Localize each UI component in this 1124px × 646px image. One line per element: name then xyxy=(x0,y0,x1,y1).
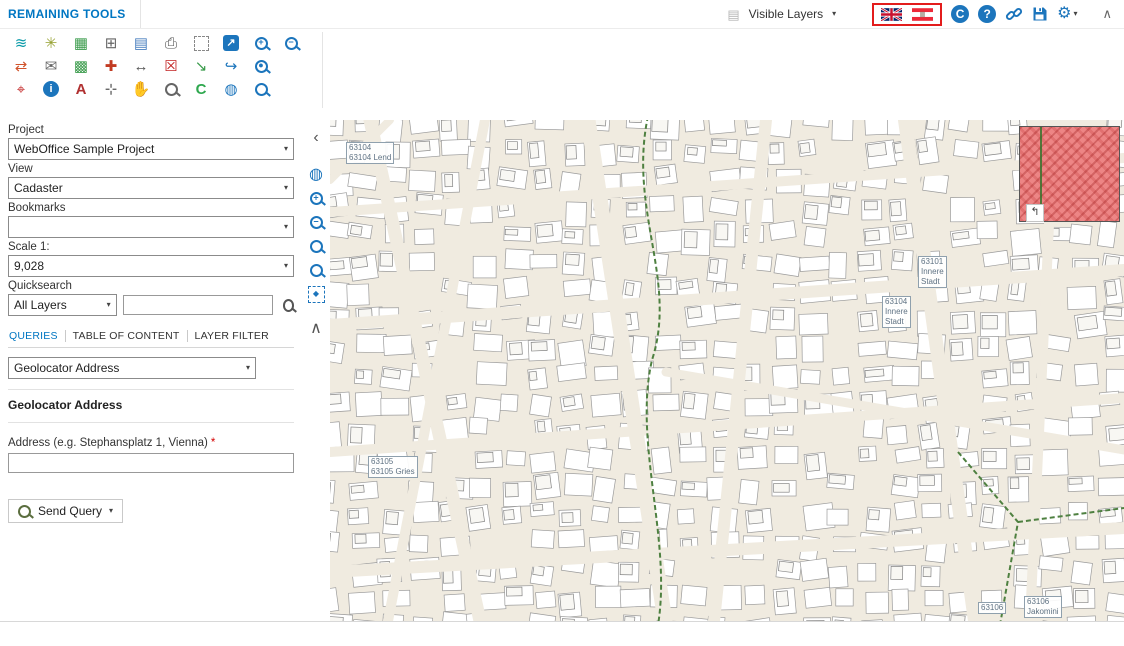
attribute-table-tool[interactable]: ▤ xyxy=(126,32,156,54)
zoom-full-extent-icon[interactable]: ◍ xyxy=(305,164,327,184)
move-object-tool[interactable]: ✚ xyxy=(96,55,126,77)
copyright-tool[interactable]: C xyxy=(186,78,216,100)
zoom-previous-icon[interactable] xyxy=(305,260,327,280)
link-icon[interactable] xyxy=(1005,5,1023,23)
scale-label: Scale 1: xyxy=(8,241,294,253)
quicksearch-scope-select[interactable]: All Layers ▾ xyxy=(8,294,117,316)
settings-gear-icon[interactable]: ⚙▾ xyxy=(1057,6,1077,22)
chevron-down-icon: ▾ xyxy=(284,184,288,192)
measure-distance-tool[interactable]: ↔ xyxy=(126,55,156,77)
tab-queries[interactable]: QUERIES xyxy=(8,330,66,342)
snap-settings-tool[interactable]: ✳ xyxy=(36,32,66,54)
divider xyxy=(8,422,294,423)
pan-tool[interactable]: ✋ xyxy=(126,78,156,100)
chevron-down-icon: ▾ xyxy=(246,364,250,372)
center-map-icon[interactable]: ◆ xyxy=(305,284,327,304)
project-label: Project xyxy=(8,124,294,136)
info-tool[interactable]: i xyxy=(36,78,66,100)
add-theme-tool[interactable]: ⊞ xyxy=(96,32,126,54)
quicksearch-search-icon[interactable] xyxy=(283,299,294,312)
wms-globe-tool[interactable]: ◍ xyxy=(216,78,246,100)
tools-toolbar: ≋✳▦⊞▤⎙ ↗+− ⇄✉▩✚↔☒↘↪● ⌖iA⊹✋ C◍ xyxy=(6,32,306,100)
export-data-tool[interactable]: ↘ xyxy=(186,55,216,77)
chevron-down-icon: ▾ xyxy=(284,262,288,270)
header-bar: REMAINING TOOLS ▤ Visible Layers ▾ C ? xyxy=(0,0,1124,29)
collapse-map-toolbar-icon[interactable]: ∧ xyxy=(305,318,327,338)
zoom-coordinate-tool[interactable] xyxy=(246,78,276,100)
content-bottom-divider xyxy=(0,621,1124,622)
project-select[interactable]: WebOffice Sample Project ▾ xyxy=(8,138,294,160)
send-query-icon xyxy=(18,505,31,518)
quicksearch-label: Quicksearch xyxy=(8,280,294,292)
collapse-sidebar-icon[interactable]: ‹ xyxy=(305,128,327,148)
clear-selection-tool[interactable]: ☒ xyxy=(156,55,186,77)
divider xyxy=(8,389,294,390)
query-type-select[interactable]: Geolocator Address ▾ xyxy=(8,357,256,379)
select-rectangle-tool[interactable] xyxy=(186,32,216,54)
chevron-down-icon: ▾ xyxy=(107,301,111,309)
zoom-in-icon[interactable]: + xyxy=(305,188,327,208)
print-tool[interactable]: ⎙ xyxy=(156,32,186,54)
previous-view-tool[interactable]: ↪ xyxy=(216,55,246,77)
coordinate-tool[interactable]: ⌖ xyxy=(6,78,36,100)
chevron-down-icon: ▾ xyxy=(284,145,288,153)
chevron-down-icon: ▾ xyxy=(1073,10,1077,18)
page-title: REMAINING TOOLS xyxy=(0,0,141,28)
bookmarks-select[interactable]: ▾ xyxy=(8,216,294,238)
visible-layers-label[interactable]: Visible Layers xyxy=(749,7,823,21)
visible-layers-icon: ▤ xyxy=(727,8,739,21)
query-section-heading: Geolocator Address xyxy=(8,398,294,412)
view-select[interactable]: Cadaster ▾ xyxy=(8,177,294,199)
zoom-to-selection-tool[interactable]: ● xyxy=(246,55,276,77)
raster-catalog-tool[interactable]: ▩ xyxy=(66,55,96,77)
send-map-mail-tool[interactable]: ✉ xyxy=(36,55,66,77)
map-area[interactable]: 6310463104 Lend63101InnereStadt63104Inne… xyxy=(330,120,1124,621)
about-icon[interactable]: C xyxy=(951,5,969,23)
collapse-header-icon[interactable]: ∧ xyxy=(1102,6,1112,22)
map-canvas[interactable] xyxy=(330,120,1124,621)
tab-table-of-content[interactable]: TABLE OF CONTENT xyxy=(66,330,188,342)
address-input[interactable] xyxy=(8,453,294,473)
tab-layer-filter[interactable]: LAYER FILTER xyxy=(188,330,276,342)
header-actions: ▤ Visible Layers ▾ C ? xyxy=(727,0,1124,28)
profile-tool[interactable]: ≋ xyxy=(6,32,36,54)
language-switch-highlight xyxy=(872,3,942,26)
address-label: Address (e.g. Stephansplatz 1, Vienna)* xyxy=(8,437,294,449)
help-icon[interactable]: ? xyxy=(978,5,996,23)
sidebar-panel: Project WebOffice Sample Project ▾ View … xyxy=(8,122,294,523)
chevron-down-icon[interactable]: ▾ xyxy=(832,10,836,18)
chevron-down-icon: ▾ xyxy=(284,223,288,231)
bookmarks-label: Bookmarks xyxy=(8,202,294,214)
view-label: View xyxy=(8,163,294,175)
sidebar-tabs: QUERIESTABLE OF CONTENTLAYER FILTER xyxy=(8,328,294,348)
scale-select[interactable]: 9,028 ▾ xyxy=(8,255,294,277)
overview-toggle-icon[interactable]: ↰ xyxy=(1026,204,1044,222)
redlining-tool[interactable]: ⇄ xyxy=(6,55,36,77)
required-marker: * xyxy=(211,437,215,449)
language-english-flag[interactable] xyxy=(881,8,902,21)
language-german-flag[interactable] xyxy=(912,8,933,21)
label-tool[interactable]: A xyxy=(66,78,96,100)
map-toolbar: ‹ ◍ + − ◆ ∧ xyxy=(302,128,330,338)
zoom-window-icon[interactable] xyxy=(305,236,327,256)
identify-tool[interactable] xyxy=(156,78,186,100)
quicksearch-row: All Layers ▾ xyxy=(8,294,294,316)
toolbar-divider xyxy=(322,32,323,108)
raster-select-tool[interactable]: ▦ xyxy=(66,32,96,54)
share-map-tool[interactable]: ↗ xyxy=(216,32,246,54)
zoom-in-tool[interactable]: + xyxy=(246,32,276,54)
chevron-down-icon: ▾ xyxy=(109,507,113,515)
quicksearch-input[interactable] xyxy=(123,295,273,315)
snap-grid-tool[interactable]: ⊹ xyxy=(96,78,126,100)
zoom-out-tool[interactable]: − xyxy=(276,32,306,54)
send-query-button[interactable]: Send Query ▾ xyxy=(8,499,123,523)
save-icon[interactable] xyxy=(1032,6,1048,22)
zoom-out-icon[interactable]: − xyxy=(305,212,327,232)
